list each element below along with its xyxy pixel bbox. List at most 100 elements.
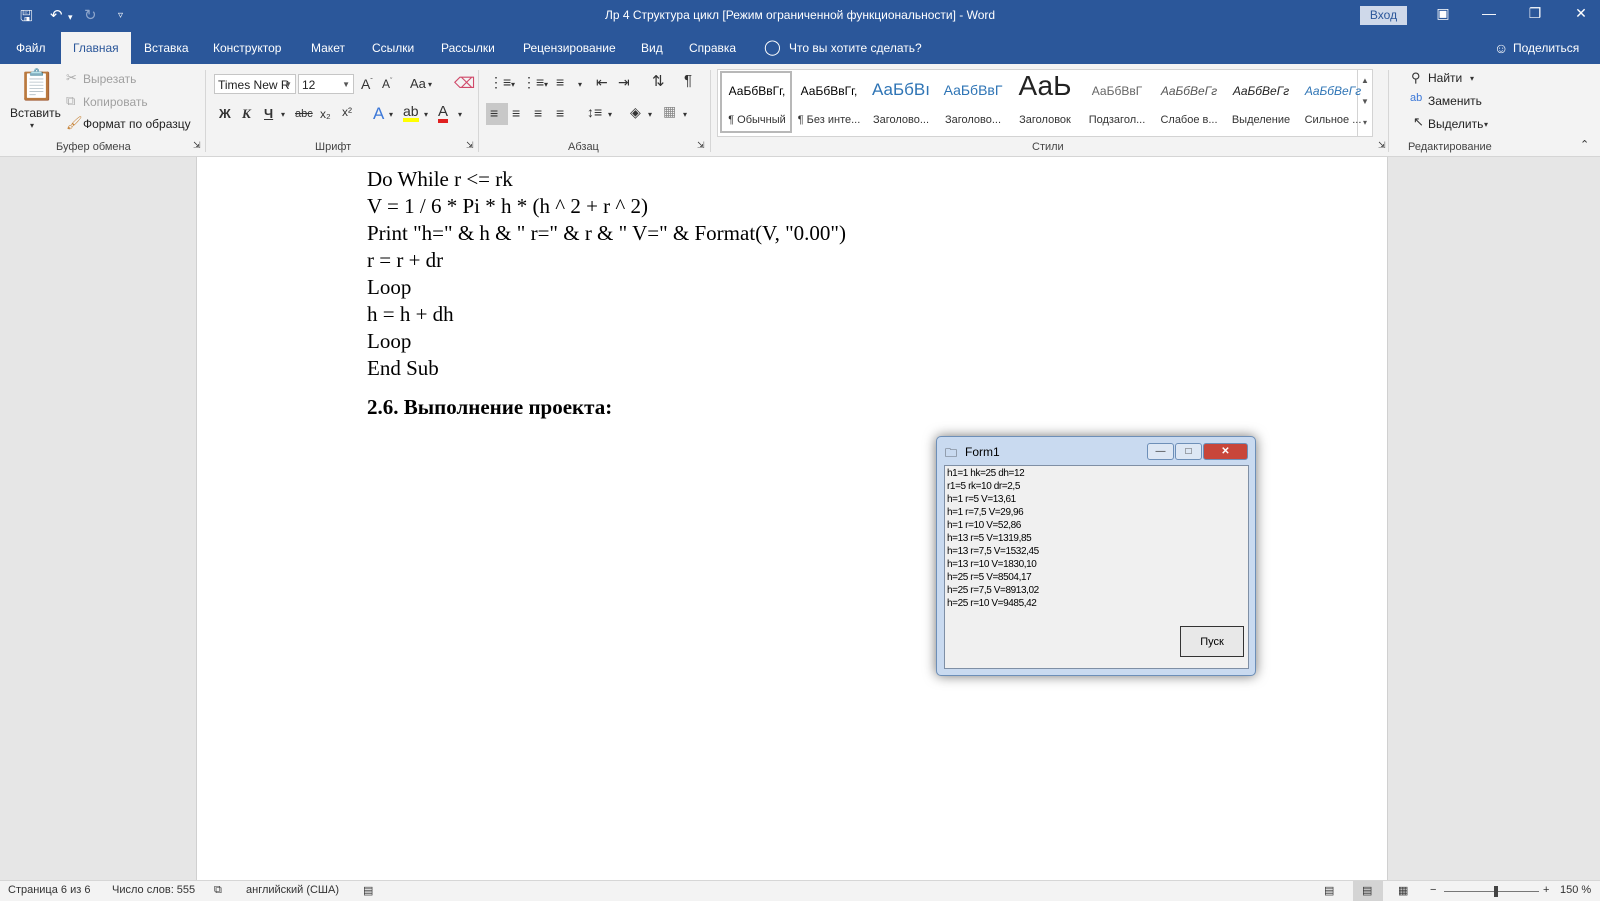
proofing-icon[interactable]: ⧉ bbox=[214, 884, 222, 897]
form-minimize-button[interactable]: — bbox=[1147, 443, 1174, 460]
style-heading2[interactable]: АаБбВвГ Заголово... bbox=[938, 70, 1008, 128]
align-right-icon[interactable]: ≡ bbox=[534, 105, 542, 121]
start-button[interactable]: Пуск bbox=[1180, 626, 1244, 657]
find-button[interactable]: Найти bbox=[1428, 71, 1462, 85]
chevron-down-icon[interactable]: ▾ bbox=[1484, 120, 1488, 129]
chevron-down-icon[interactable]: ▾ bbox=[458, 110, 462, 119]
tab-design[interactable]: Конструктор bbox=[213, 32, 281, 64]
shading-icon[interactable]: ◈ bbox=[630, 104, 641, 121]
word-count[interactable]: Число слов: 555 bbox=[112, 884, 195, 896]
chevron-down-icon[interactable]: ▾ bbox=[1470, 74, 1474, 83]
chevron-down-icon[interactable]: ▾ bbox=[389, 110, 393, 119]
text-effects-icon[interactable]: A bbox=[373, 104, 384, 124]
tab-mailings[interactable]: Рассылки bbox=[441, 32, 495, 64]
paste-button[interactable]: Вставить bbox=[10, 106, 61, 120]
find-icon[interactable]: ⚲ bbox=[1411, 70, 1421, 86]
clear-formatting-icon[interactable]: ⌫ bbox=[454, 74, 475, 92]
multilevel-list-icon[interactable]: ≡ bbox=[556, 74, 564, 90]
styles-launcher-icon[interactable]: ⇲ bbox=[1378, 140, 1386, 151]
tab-layout[interactable]: Макет bbox=[311, 32, 345, 64]
bold-icon[interactable]: Ж bbox=[219, 106, 231, 121]
style-emphasis[interactable]: АаБбВеГг Выделение bbox=[1226, 70, 1296, 128]
form-maximize-button[interactable]: □ bbox=[1175, 443, 1202, 460]
web-layout-icon[interactable]: ▦ bbox=[1398, 884, 1408, 897]
chevron-down-icon[interactable]: ▾ bbox=[511, 80, 515, 89]
signin-button[interactable]: Вход bbox=[1360, 6, 1407, 25]
style-subtitle[interactable]: АаБбВвГ Подзагол... bbox=[1082, 70, 1152, 128]
read-mode-icon[interactable]: ▤ bbox=[1324, 884, 1334, 897]
font-size-combo[interactable]: 12 ▼ bbox=[298, 74, 354, 94]
strikethrough-icon[interactable]: abc bbox=[295, 108, 313, 120]
align-center-icon[interactable]: ≡ bbox=[512, 105, 520, 121]
minimize-icon[interactable]: — bbox=[1474, 5, 1504, 21]
collapse-ribbon-icon[interactable]: ⌃ bbox=[1580, 138, 1589, 151]
borders-icon[interactable]: ▦ bbox=[663, 103, 676, 120]
tab-insert[interactable]: Вставка bbox=[144, 32, 189, 64]
underline-icon[interactable]: Ч bbox=[264, 106, 273, 121]
line-spacing-icon[interactable]: ↕≡ bbox=[587, 104, 602, 120]
replace-button[interactable]: Заменить bbox=[1428, 94, 1482, 108]
tab-review[interactable]: Рецензирование bbox=[523, 32, 616, 64]
italic-icon[interactable]: К bbox=[242, 106, 251, 122]
increase-indent-icon[interactable]: ⇥ bbox=[618, 74, 630, 91]
print-layout-icon[interactable]: ▤ bbox=[1362, 884, 1372, 897]
zoom-slider-thumb[interactable] bbox=[1494, 886, 1498, 897]
replace-icon[interactable]: ab bbox=[1410, 92, 1422, 104]
select-button[interactable]: Выделить bbox=[1428, 117, 1483, 131]
tab-home[interactable]: Главная bbox=[61, 32, 131, 64]
macro-icon[interactable]: ▤ bbox=[363, 884, 373, 897]
paragraph-launcher-icon[interactable]: ⇲ bbox=[697, 140, 705, 151]
align-left-icon[interactable]: ≡ bbox=[490, 105, 498, 121]
language-indicator[interactable]: английский (США) bbox=[246, 884, 339, 896]
zoom-in-icon[interactable]: + bbox=[1543, 884, 1549, 896]
style-heading1[interactable]: АаБбВı Заголово... bbox=[866, 70, 936, 128]
share-button[interactable]: Поделиться bbox=[1513, 32, 1579, 64]
style-subtle-emphasis[interactable]: АаБбВеГг Слабое в... bbox=[1154, 70, 1224, 128]
style-intense-emphasis[interactable]: АаБбВеГг Сильное ... bbox=[1298, 70, 1368, 128]
clipboard-launcher-icon[interactable]: ⇲ bbox=[193, 140, 201, 151]
chevron-down-icon[interactable]: ▾ bbox=[578, 80, 582, 89]
chevron-down-icon[interactable]: ▾ bbox=[608, 110, 612, 119]
numbering-icon[interactable]: ⋮≡ bbox=[522, 74, 544, 91]
bullets-icon[interactable]: ⋮≡ bbox=[489, 74, 511, 91]
zoom-slider-track[interactable] bbox=[1444, 891, 1539, 892]
tab-view[interactable]: Вид bbox=[641, 32, 663, 64]
show-marks-icon[interactable]: ¶ bbox=[684, 72, 692, 89]
superscript-icon[interactable]: x² bbox=[342, 105, 352, 119]
font-name-combo[interactable]: Times New R ▼ bbox=[214, 74, 296, 94]
font-color-icon[interactable]: A bbox=[438, 104, 449, 123]
ribbon-display-icon[interactable]: ▣ bbox=[1428, 5, 1458, 22]
chevron-down-icon[interactable]: ▾ bbox=[648, 110, 652, 119]
subscript-icon[interactable]: x₂ bbox=[320, 107, 331, 121]
tab-help[interactable]: Справка bbox=[689, 32, 736, 64]
restore-icon[interactable]: ❐ bbox=[1520, 5, 1550, 22]
chevron-down-icon[interactable]: ▾ bbox=[428, 80, 432, 89]
highlight-icon[interactable]: ab bbox=[403, 104, 419, 122]
tab-references[interactable]: Ссылки bbox=[372, 32, 414, 64]
grow-font-icon[interactable]: Aˆ bbox=[361, 76, 373, 92]
chevron-down-icon[interactable]: ▾ bbox=[281, 110, 285, 119]
zoom-level[interactable]: 150 % bbox=[1560, 884, 1591, 896]
change-case-icon[interactable]: Aa bbox=[410, 76, 426, 91]
chevron-down-icon[interactable]: ▾ bbox=[424, 110, 428, 119]
font-launcher-icon[interactable]: ⇲ bbox=[466, 140, 474, 151]
shrink-font-icon[interactable]: Aˇ bbox=[382, 77, 392, 91]
paste-dropdown-icon[interactable]: ▾ bbox=[30, 121, 34, 130]
zoom-out-icon[interactable]: − bbox=[1430, 884, 1436, 896]
page-indicator[interactable]: Страница 6 из 6 bbox=[8, 884, 90, 896]
chevron-down-icon[interactable]: ▾ bbox=[683, 110, 687, 119]
chevron-down-icon[interactable]: ▾ bbox=[544, 80, 548, 89]
tell-me-input[interactable]: Что вы хотите сделать? bbox=[789, 32, 922, 64]
paste-icon[interactable]: 📋 bbox=[18, 68, 55, 103]
style-no-spacing[interactable]: АаБбВвГг, ¶ Без инте... bbox=[794, 70, 864, 128]
decrease-indent-icon[interactable]: ⇤ bbox=[596, 74, 608, 91]
format-painter-button[interactable]: Формат по образцу bbox=[83, 117, 191, 131]
sort-icon[interactable]: ⇅ bbox=[652, 72, 665, 90]
form-close-button[interactable]: ✕ bbox=[1203, 443, 1248, 460]
format-painter-icon[interactable]: 🖌 bbox=[66, 115, 83, 131]
close-icon[interactable]: ✕ bbox=[1566, 5, 1596, 22]
justify-icon[interactable]: ≡ bbox=[556, 105, 564, 121]
style-normal[interactable]: АаБбВвГг, ¶ Обычный bbox=[722, 70, 792, 128]
tab-file[interactable]: Файл bbox=[16, 32, 46, 64]
select-icon[interactable]: ↖ bbox=[1413, 114, 1424, 130]
